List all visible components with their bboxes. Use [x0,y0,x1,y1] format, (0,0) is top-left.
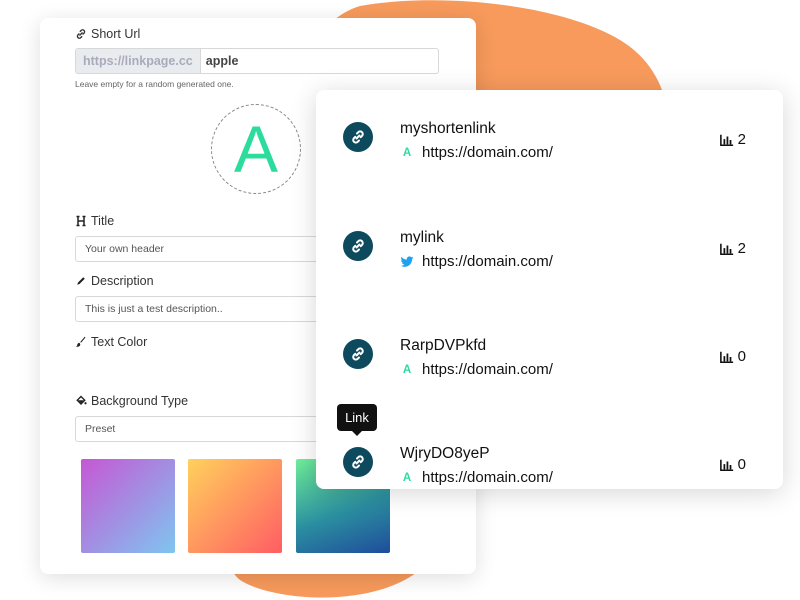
link-item[interactable]: WjryDO8yeP A https://domain.com/ 0 [316,425,783,486]
bar-chart-icon [719,243,733,255]
brand-a-icon: A [402,363,412,376]
short-url-prefix: https://linkpage.cc [76,49,201,73]
link-item[interactable]: mylink https://domain.com/ 2 [316,209,783,270]
link-button[interactable] [343,122,373,152]
twitter-icon [400,255,414,269]
tooltip-text: Link [345,410,369,425]
link-url[interactable]: https://domain.com/ [422,361,553,378]
link-url-row: https://domain.com/ [400,253,553,270]
fill-bucket-icon [76,395,87,405]
link-tooltip: Link [337,404,377,436]
link-url-row: A https://domain.com/ [400,361,553,378]
brand-a-icon: A [402,471,412,484]
click-count: 2 [737,240,746,257]
link-url[interactable]: https://domain.com/ [422,144,553,161]
click-count: 0 [737,456,746,473]
link-button[interactable] [343,447,373,477]
short-url-label: Short Url [75,27,140,41]
heading-icon [76,215,86,227]
link-item[interactable]: myshortenlink A https://domain.com/ 2 [316,100,783,161]
link-stats[interactable]: 2 [719,131,746,148]
avatar-preview[interactable]: A [211,104,301,194]
title-label: Title [75,214,114,228]
link-url[interactable]: https://domain.com/ [422,469,553,486]
background-type-label-text: Background Type [91,394,189,408]
avatar-letter: A [233,112,279,186]
click-count: 0 [737,348,746,365]
link-icon [352,347,364,361]
short-url-field[interactable]: https://linkpage.cc apple [75,48,439,74]
paint-brush-icon [75,336,86,347]
link-name[interactable]: WjryDO8yeP [400,445,490,463]
text-color-label: Text Color [75,335,147,349]
bar-chart-icon [719,459,733,471]
link-icon [352,130,364,144]
link-button[interactable] [343,339,373,369]
link-url[interactable]: https://domain.com/ [422,253,553,270]
click-count: 2 [737,131,746,148]
short-url-input[interactable]: apple [201,49,244,73]
link-name[interactable]: RarpDVPkfd [400,337,486,355]
link-name[interactable]: myshortenlink [400,120,496,138]
link-url-row: A https://domain.com/ [400,144,553,161]
link-stats[interactable]: 0 [719,348,746,365]
title-label-text: Title [91,214,115,228]
link-name[interactable]: mylink [400,229,444,247]
links-list: myshortenlink A https://domain.com/ 2 my… [316,90,783,489]
link-stats[interactable]: 2 [719,240,746,257]
link-item[interactable]: RarpDVPkfd A https://domain.com/ 0 [316,317,783,378]
link-icon [352,455,364,469]
short-url-hint: Leave empty for a random generated one. [75,79,234,89]
background-type-label: Background Type [75,394,188,408]
link-stats[interactable]: 0 [719,456,746,473]
background-preset-orange[interactable] [188,459,282,553]
bar-chart-icon [719,134,733,146]
link-icon [76,29,86,39]
background-preset-purple[interactable] [81,459,175,553]
link-icon [352,239,364,253]
link-url-row: A https://domain.com/ [400,469,553,486]
bar-chart-icon [719,351,733,363]
description-label: Description [75,274,154,288]
link-button[interactable] [343,231,373,261]
brand-a-icon: A [402,146,412,159]
description-label-text: Description [91,274,154,288]
short-url-label-text: Short Url [91,27,141,41]
text-color-label-text: Text Color [91,335,148,349]
pen-icon [77,277,85,285]
